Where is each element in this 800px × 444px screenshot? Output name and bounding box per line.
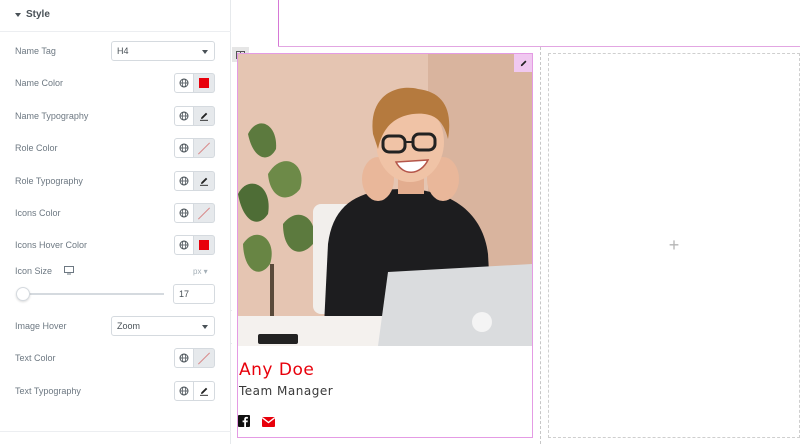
name-color-control [174, 73, 215, 93]
facebook-glyph [242, 416, 248, 427]
facebook-icon[interactable] [238, 415, 250, 427]
member-name: Any Doe [239, 360, 315, 380]
section-title: Style [26, 9, 50, 20]
caret-down-icon [15, 12, 21, 17]
section-outline [278, 46, 800, 47]
envelope-glyph [262, 417, 275, 424]
color-swatch [199, 78, 209, 88]
divider [0, 431, 231, 432]
text-color-control [174, 348, 215, 368]
column-divider [540, 47, 541, 444]
color-picker-button[interactable] [194, 138, 215, 158]
section-outline [278, 0, 279, 47]
icons-hover-color-label: Icons Hover Color [15, 240, 88, 250]
no-color-icon [197, 352, 211, 365]
globe-icon [179, 208, 189, 218]
globe-icon [179, 353, 189, 363]
edit-typography-button[interactable] [194, 171, 215, 191]
pencil-icon [520, 60, 526, 66]
icons-color-control [174, 203, 215, 223]
image-hover-select[interactable]: Zoom [111, 316, 215, 336]
pencil-icon [200, 177, 208, 186]
chevron-down-icon [202, 50, 208, 54]
member-photo [238, 54, 532, 346]
global-colors-button[interactable] [174, 203, 194, 223]
name-tag-value: H4 [117, 46, 129, 56]
text-typography-label: Text Typography [15, 386, 81, 396]
color-picker-button[interactable] [194, 235, 215, 255]
global-fonts-button[interactable] [174, 106, 194, 126]
icon-size-slider-track[interactable] [22, 293, 164, 295]
name-typography-label: Name Typography [15, 111, 89, 121]
edit-typography-button[interactable] [194, 106, 215, 126]
globe-icon [179, 176, 189, 186]
icon-size-value: 17 [179, 289, 190, 299]
edit-typography-button[interactable] [194, 381, 215, 401]
globe-icon [179, 78, 189, 88]
role-color-label: Role Color [15, 143, 58, 153]
no-color-icon [197, 142, 211, 155]
text-typography-control [174, 381, 215, 401]
desktop-icon[interactable] [64, 266, 74, 275]
icons-hover-color-control [174, 235, 215, 255]
text-color-label: Text Color [15, 353, 56, 363]
empty-column-dropzone[interactable]: + [548, 53, 800, 438]
global-fonts-button[interactable] [174, 171, 194, 191]
global-fonts-button[interactable] [174, 381, 194, 401]
unit-selector[interactable]: px ▾ [193, 267, 208, 276]
role-typography-label: Role Typography [15, 176, 83, 186]
section-toggle-style[interactable]: Style [15, 9, 50, 20]
color-swatch [199, 240, 209, 250]
member-photo-illustration [238, 54, 532, 346]
envelope-icon[interactable] [262, 417, 275, 427]
pencil-icon [200, 387, 208, 396]
chevron-down-icon [202, 325, 208, 329]
globe-icon [179, 386, 189, 396]
image-hover-value: Zoom [117, 321, 141, 331]
add-widget-icon: + [668, 235, 680, 255]
pencil-icon [200, 112, 208, 121]
role-typography-control [174, 171, 215, 191]
icons-color-label: Icons Color [15, 208, 61, 218]
globe-icon [179, 143, 189, 153]
name-tag-select[interactable]: H4 [111, 41, 215, 61]
global-colors-button[interactable] [174, 73, 194, 93]
image-hover-label: Image Hover [15, 321, 67, 331]
color-picker-button[interactable] [194, 73, 215, 93]
icon-size-input[interactable]: 17 [173, 284, 215, 304]
name-tag-label: Name Tag [15, 46, 56, 56]
role-color-control [174, 138, 215, 158]
globe-icon [179, 240, 189, 250]
color-picker-button[interactable] [194, 203, 215, 223]
member-role: Team Manager [239, 384, 334, 398]
name-typography-control [174, 106, 215, 126]
divider [0, 31, 231, 32]
edit-widget-button[interactable] [514, 54, 532, 72]
global-colors-button[interactable] [174, 348, 194, 368]
no-color-icon [197, 207, 211, 220]
unit-value: px [193, 267, 202, 276]
global-colors-button[interactable] [174, 138, 194, 158]
style-panel: Style Name Tag H4 Name Color Name Typogr… [0, 0, 231, 444]
color-picker-button[interactable] [194, 348, 215, 368]
name-color-label: Name Color [15, 78, 64, 88]
icon-size-label: Icon Size [15, 266, 53, 276]
icon-size-slider-handle[interactable] [16, 287, 30, 301]
global-colors-button[interactable] [174, 235, 194, 255]
globe-icon [179, 111, 189, 121]
